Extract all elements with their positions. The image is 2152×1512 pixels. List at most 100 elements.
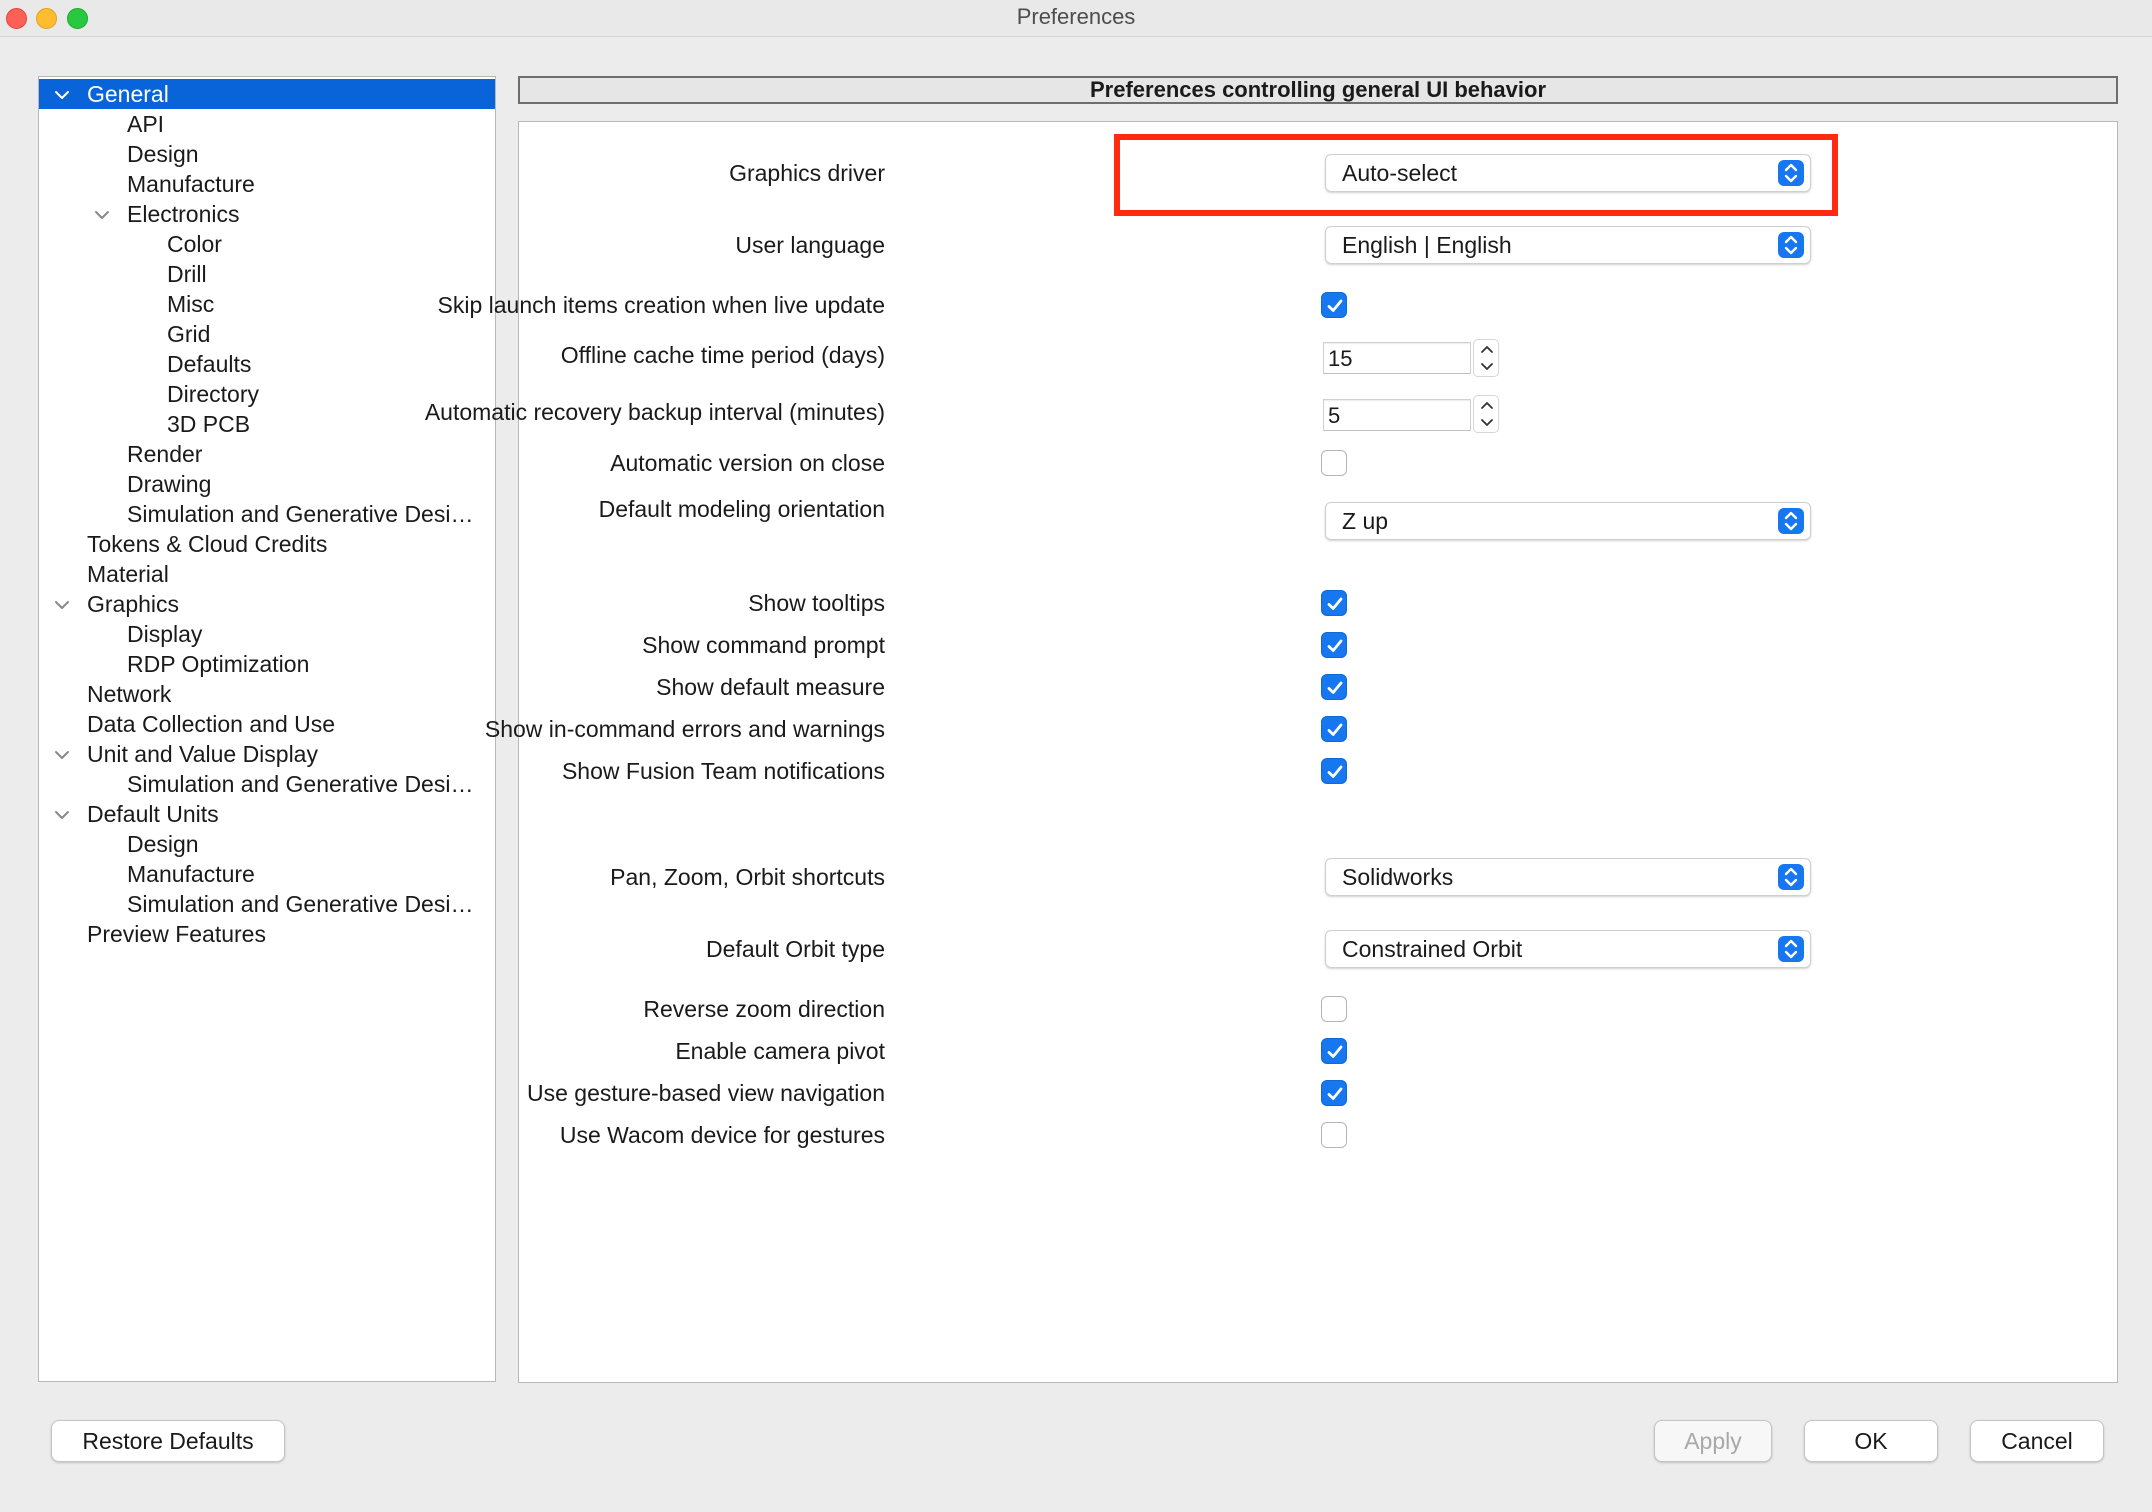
auto-version-label: Automatic version on close (610, 450, 885, 476)
tree-item-label: Display (127, 621, 203, 647)
tree-item[interactable]: Simulation and Generative Desi… (39, 499, 495, 529)
shortcuts-select[interactable]: Solidworks (1325, 858, 1811, 896)
tree-item[interactable]: Grid (39, 319, 495, 349)
tree-item[interactable]: Simulation and Generative Desi… (39, 769, 495, 799)
tree-item-label: Simulation and Generative Desi… (127, 501, 474, 527)
auto-version-checkbox[interactable] (1321, 450, 1347, 476)
reverse-zoom-label: Reverse zoom direction (643, 996, 885, 1022)
show-tooltips-checkbox[interactable] (1321, 590, 1347, 616)
tree-item[interactable]: API (39, 109, 495, 139)
tree-item[interactable]: Drill (39, 259, 495, 289)
orientation-select[interactable]: Z up (1325, 502, 1811, 540)
graphics-driver-label: Graphics driver (729, 160, 885, 186)
user-language-select[interactable]: English | English (1325, 226, 1811, 264)
chevron-down-icon[interactable] (47, 79, 77, 109)
tree-item-label: Preview Features (87, 921, 266, 947)
restore-defaults-button[interactable]: Restore Defaults (51, 1420, 285, 1462)
shortcuts-label: Pan, Zoom, Orbit shortcuts (610, 864, 885, 890)
chevron-down-icon[interactable] (47, 589, 77, 619)
updown-chevron-icon (1778, 232, 1804, 258)
tree-item-label: Unit and Value Display (87, 741, 318, 767)
tree-item[interactable]: Tokens & Cloud Credits (39, 529, 495, 559)
tree-item-label: Tokens & Cloud Credits (87, 531, 328, 557)
camera-pivot-checkbox[interactable] (1321, 1038, 1347, 1064)
tree-item-label: Graphics (87, 591, 180, 617)
tree-item-label: General (87, 81, 169, 107)
recovery-interval-stepper[interactable] (1473, 395, 1499, 433)
graphics-driver-highlight (1114, 134, 1838, 216)
tree-item[interactable]: Simulation and Generative Desi… (39, 889, 495, 919)
updown-chevron-icon (1778, 508, 1804, 534)
tree-item[interactable]: Graphics (39, 589, 495, 619)
tree-item[interactable]: Manufacture (39, 169, 495, 199)
recovery-interval-input[interactable]: 5 (1323, 399, 1471, 431)
tree-item[interactable]: RDP Optimization (39, 649, 495, 679)
wacom-checkbox[interactable] (1321, 1122, 1347, 1148)
show-default-measure-label: Show default measure (656, 674, 885, 700)
show-team-notifications-label: Show Fusion Team notifications (561, 758, 885, 784)
tree-item-label: Material (87, 561, 169, 587)
tree-item[interactable]: Material (39, 559, 495, 589)
orientation-value: Z up (1342, 508, 1389, 534)
gesture-nav-checkbox[interactable] (1321, 1080, 1347, 1106)
tree-item[interactable]: Data Collection and Use (39, 709, 495, 739)
chevron-down-icon[interactable] (47, 739, 77, 769)
offline-cache-input[interactable]: 15 (1323, 342, 1471, 374)
updown-chevron-icon (1778, 936, 1804, 962)
show-command-prompt-checkbox[interactable] (1321, 632, 1347, 658)
tree-item-label: Directory (167, 381, 260, 407)
user-language-label: User language (735, 232, 885, 258)
tree-item-label: Color (167, 231, 222, 257)
offline-cache-stepper[interactable] (1473, 339, 1499, 377)
tree-item-label: Data Collection and Use (87, 711, 336, 737)
orbit-type-value: Constrained Orbit (1342, 936, 1523, 962)
tree-item[interactable]: Design (39, 829, 495, 859)
apply-button[interactable]: Apply (1654, 1420, 1772, 1462)
cancel-button[interactable]: Cancel (1970, 1420, 2104, 1462)
tree-item[interactable]: Unit and Value Display (39, 739, 495, 769)
show-tooltips-label: Show tooltips (748, 590, 885, 616)
tree-item-label: Electronics (127, 201, 240, 227)
reverse-zoom-checkbox[interactable] (1321, 996, 1347, 1022)
offline-cache-label: Offline cache time period (days) (560, 342, 885, 368)
show-errors-label: Show in-command errors and warnings (484, 716, 885, 742)
window-title: Preferences (1016, 4, 1136, 29)
skip-launch-label: Skip launch items creation when live upd… (437, 292, 885, 318)
ok-button[interactable]: OK (1804, 1420, 1938, 1462)
tree-item[interactable]: Defaults (39, 349, 495, 379)
tree-item[interactable]: Network (39, 679, 495, 709)
tree-item-label: Manufacture (127, 171, 255, 197)
recovery-interval-label: Automatic recovery backup interval (minu… (424, 399, 885, 425)
tree-item[interactable]: Manufacture (39, 859, 495, 889)
chevron-down-icon[interactable] (87, 199, 117, 229)
tree-item[interactable]: Design (39, 139, 495, 169)
show-default-measure-checkbox[interactable] (1321, 674, 1347, 700)
tree-item-label: Network (87, 681, 172, 707)
user-language-value: English | English (1342, 232, 1512, 258)
preferences-tree[interactable]: General API Design Manufacture Electronics Co… (38, 76, 496, 1382)
tree-item[interactable]: Drawing (39, 469, 495, 499)
tree-item-label: Default Units (87, 801, 219, 827)
tree-item[interactable]: Display (39, 619, 495, 649)
shortcuts-value: Solidworks (1342, 864, 1454, 890)
orientation-label: Default modeling orientation (598, 496, 885, 522)
tree-item-label: Drill (167, 261, 207, 287)
tree-item[interactable]: General (39, 79, 495, 109)
show-errors-checkbox[interactable] (1321, 716, 1347, 742)
tree-item[interactable]: Default Units (39, 799, 495, 829)
show-team-notifications-checkbox[interactable] (1321, 758, 1347, 784)
chevron-down-icon[interactable] (47, 799, 77, 829)
orbit-type-select[interactable]: Constrained Orbit (1325, 930, 1811, 968)
tree-item-label: Grid (167, 321, 211, 347)
tree-item[interactable]: Electronics (39, 199, 495, 229)
tree-item[interactable]: Color (39, 229, 495, 259)
tree-item[interactable]: Render (39, 439, 495, 469)
tree-item-label: Design (127, 141, 199, 167)
skip-launch-checkbox[interactable] (1321, 292, 1347, 318)
tree-item[interactable]: Preview Features (39, 919, 495, 949)
wacom-label: Use Wacom device for gestures (559, 1122, 885, 1148)
tree-item-label: API (127, 111, 165, 137)
tree-item-label: Defaults (167, 351, 252, 377)
tree-item[interactable]: Misc (39, 289, 495, 319)
tree-item-label: Simulation and Generative Desi… (127, 771, 474, 797)
